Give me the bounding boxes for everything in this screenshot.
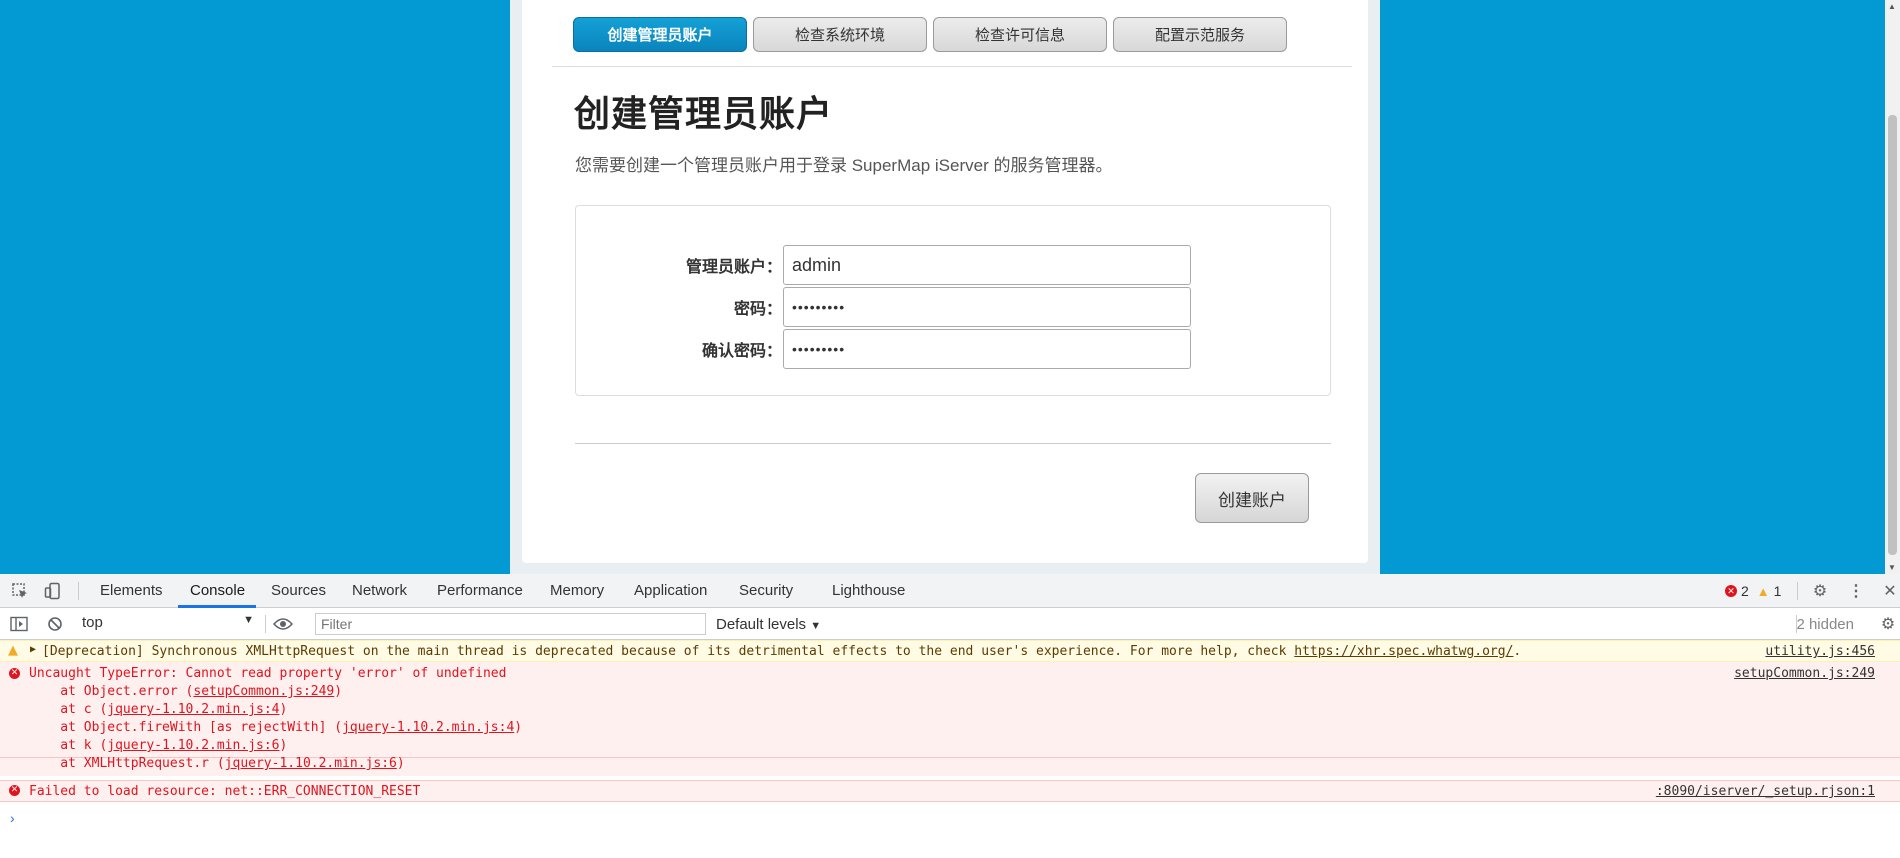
tab-network[interactable]: Network (352, 582, 407, 599)
password-label: 密码： (733, 301, 782, 318)
error-count-badge[interactable]: ✕ 2 ▲ 1 (1725, 583, 1781, 599)
stack-frame-link[interactable]: setupCommon.js:249 (193, 684, 334, 699)
close-devtools-icon[interactable]: ✕ (1880, 581, 1900, 601)
stack-frame-link[interactable]: jquery-1.10.2.min.js:4 (107, 702, 279, 717)
stack-frame-link[interactable]: jquery-1.10.2.min.js:4 (342, 720, 514, 735)
page-scrollbar[interactable]: ▲ ▼ (1885, 0, 1900, 574)
form-divider (575, 443, 1331, 444)
tab-performance[interactable]: Performance (437, 582, 523, 599)
console-toolbar: top ▼ Default levels ▼ 2 hidden ⚙ (0, 608, 1900, 640)
stack-frame: at Object.error (setupCommon.js:249) (29, 684, 343, 699)
stack-frame: at c (jquery-1.10.2.min.js:4) (29, 702, 288, 717)
account-row: 管理员账户： (576, 245, 1332, 285)
account-label: 管理员账户： (685, 259, 782, 276)
error-source-link[interactable]: :8090/iserver/_setup.rjson:1 (1656, 784, 1875, 799)
page-title: 创建管理员账户 (574, 93, 834, 134)
confirm-password-label: 确认密码： (701, 343, 782, 360)
warning-help-link[interactable]: https://xhr.spec.whatwg.org/ (1294, 644, 1513, 659)
console-error-message[interactable]: ✕ Failed to load resource: net::ERR_CONN… (0, 780, 1900, 802)
password-input[interactable] (783, 287, 1191, 327)
step-check-environment[interactable]: 检查系统环境 (753, 17, 927, 52)
context-selector[interactable]: top ▼ (82, 614, 254, 634)
inspect-element-icon[interactable] (10, 581, 30, 601)
tab-security[interactable]: Security (739, 582, 793, 599)
step-check-license[interactable]: 检查许可信息 (933, 17, 1107, 52)
steps-divider (552, 66, 1352, 67)
admin-form: 管理员账户： 密码： 确认密码： (575, 205, 1331, 396)
stack-frame-link[interactable]: jquery-1.10.2.min.js:6 (225, 756, 397, 771)
page-description: 您需要创建一个管理员账户用于登录 SuperMap iServer 的服务管理器… (575, 156, 1113, 175)
sidebar-toggle-icon[interactable] (9, 614, 29, 634)
chevron-down-icon: ▼ (243, 614, 254, 626)
console-error-stack-tail: at XMLHttpRequest.r (jquery-1.10.2.min.j… (0, 756, 1900, 776)
clear-console-icon[interactable] (45, 614, 65, 634)
error-source-link[interactable]: setupCommon.js:249 (1734, 666, 1875, 681)
device-toolbar-icon[interactable] (43, 581, 63, 601)
error-text: Failed to load resource: net::ERR_CONNEC… (29, 784, 421, 799)
scroll-thumb[interactable] (1888, 115, 1897, 555)
toolbar-separator (265, 615, 266, 633)
warning-source-link[interactable]: utility.js:456 (1765, 644, 1875, 659)
password-row: 密码： (576, 287, 1332, 327)
stack-frame: at k (jquery-1.10.2.min.js:6) (29, 738, 288, 753)
tab-sources[interactable]: Sources (271, 582, 326, 599)
settings-gear-icon[interactable]: ⚙ (1810, 581, 1830, 601)
console-error-message[interactable]: ✕ Uncaught TypeError: Cannot read proper… (0, 662, 1900, 758)
scroll-down-icon[interactable]: ▼ (1888, 563, 1896, 572)
tab-console[interactable]: Console (190, 582, 245, 599)
expand-triangle-icon[interactable]: ▶ (30, 644, 36, 655)
wizard-steps: 创建管理员账户 检查系统环境 检查许可信息 配置示范服务 (573, 17, 1287, 52)
create-account-button[interactable]: 创建账户 (1195, 473, 1309, 523)
more-options-icon[interactable]: ⋮ (1846, 581, 1866, 601)
warning-icon: ▲ (1756, 583, 1770, 599)
console-settings-gear-icon[interactable]: ⚙ (1878, 614, 1898, 634)
step-create-admin[interactable]: 创建管理员账户 (573, 17, 747, 52)
devtools-tab-bar: Elements Console Sources Network Perform… (0, 574, 1900, 608)
account-input[interactable] (783, 245, 1191, 285)
devtools-panel: Elements Console Sources Network Perform… (0, 574, 1900, 858)
confirm-password-input[interactable] (783, 329, 1191, 369)
chevron-down-icon: ▼ (810, 620, 822, 632)
hidden-messages-count: 2 hidden (1796, 616, 1854, 633)
warning-icon: ▲ (8, 643, 18, 658)
log-levels-dropdown[interactable]: Default levels ▼ (716, 616, 821, 633)
step-configure-demo[interactable]: 配置示范服务 (1113, 17, 1287, 52)
tab-lighthouse[interactable]: Lighthouse (832, 582, 905, 599)
live-expression-eye-icon[interactable] (273, 614, 293, 634)
error-icon: ✕ (9, 785, 20, 796)
error-text: Uncaught TypeError: Cannot read property… (29, 666, 507, 681)
console-filter-input[interactable] (315, 613, 706, 635)
confirm-password-row: 确认密码： (576, 329, 1332, 369)
tab-elements[interactable]: Elements (100, 582, 163, 599)
toolbar-separator (78, 582, 79, 600)
page-viewport: 创建管理员账户 检查系统环境 检查许可信息 配置示范服务 创建管理员账户 您需要… (0, 0, 1900, 574)
tab-memory[interactable]: Memory (550, 582, 604, 599)
stack-frame: at Object.fireWith [as rejectWith] (jque… (29, 720, 523, 735)
error-icon: ✕ (9, 668, 20, 679)
toolbar-separator (1797, 582, 1798, 600)
scroll-up-icon[interactable]: ▲ (1888, 2, 1896, 11)
stack-frame-link[interactable]: jquery-1.10.2.min.js:6 (107, 738, 279, 753)
console-prompt-icon[interactable]: › (10, 810, 15, 826)
tab-application[interactable]: Application (634, 582, 707, 599)
stack-frame: at XMLHttpRequest.r (jquery-1.10.2.min.j… (29, 756, 405, 771)
content-wrapper: 创建管理员账户 检查系统环境 检查许可信息 配置示范服务 创建管理员账户 您需要… (510, 0, 1380, 574)
setup-panel: 创建管理员账户 检查系统环境 检查许可信息 配置示范服务 创建管理员账户 您需要… (522, 0, 1368, 563)
console-warning-message[interactable]: ▲ ▶ [Deprecation] Synchronous XMLHttpReq… (0, 640, 1900, 662)
error-icon: ✕ (1725, 585, 1737, 597)
